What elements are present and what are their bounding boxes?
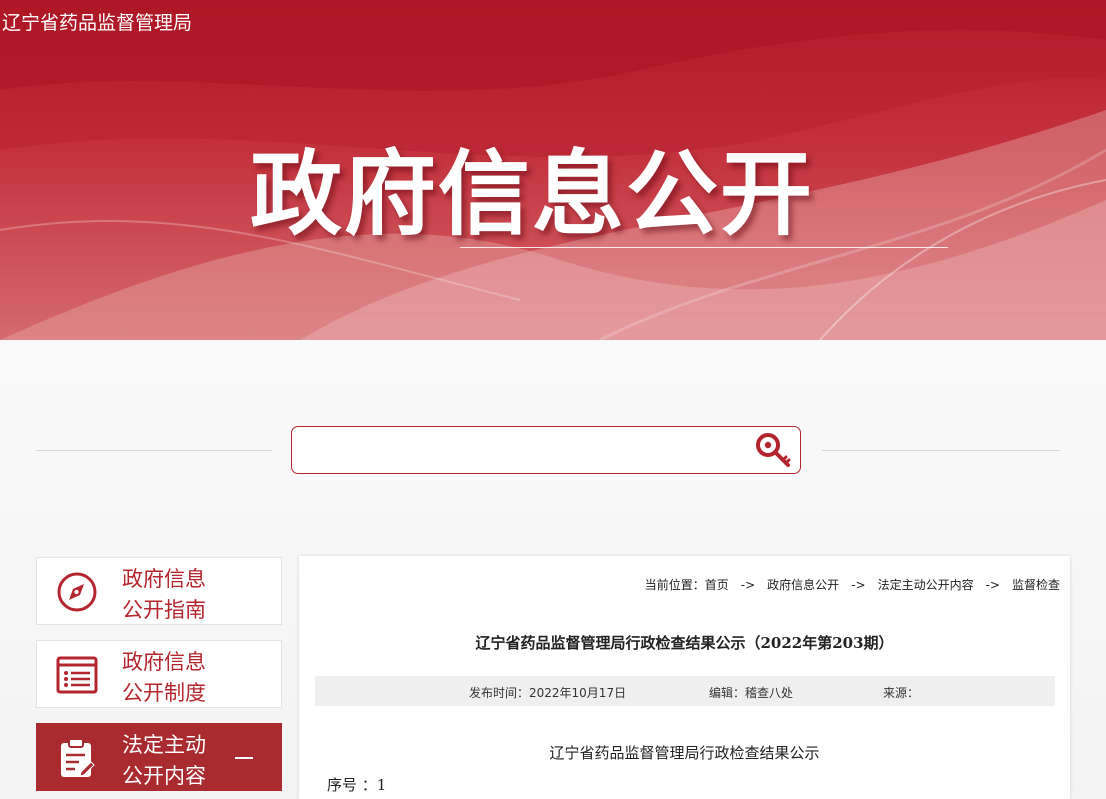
search-button[interactable] (752, 430, 794, 470)
search-divider-right (822, 450, 1060, 451)
editor: 编辑：稽查八处 (709, 686, 794, 700)
site-name[interactable]: 辽宁省药品监督管理局 (2, 8, 192, 35)
breadcrumb-home[interactable]: 首页 (705, 578, 729, 592)
sidebar-item-label: 法定主动 公开内容 (122, 730, 242, 792)
article-title: 辽宁省药品监督管理局行政检查结果公示（2022年第203期） (475, 634, 894, 652)
list-icon (56, 656, 98, 694)
article-meta-bar: 发布时间：2022年10月17日 编辑：稽查八处 来源： (315, 676, 1055, 706)
banner-title: 政府信息公开 (250, 141, 815, 248)
header-banner: 辽宁省药品监督管理局 政府信息公开 (0, 0, 1106, 340)
search-key-icon (756, 433, 791, 467)
sidebar-label-line1: 政府信息 (122, 650, 206, 674)
article-panel: 当前位置：首页 -> 政府信息公开 -> 法定主动公开内容 -> 监督检查 辽宁省药品监督管… (299, 556, 1070, 799)
sidebar-item-label: 政府信息 公开指南 (122, 564, 242, 626)
search-input[interactable] (302, 435, 746, 467)
breadcrumb: 当前位置：首页 -> 政府信息公开 -> 法定主动公开内容 -> 监督检查 (645, 576, 1060, 593)
search-divider-left (36, 450, 272, 451)
sidebar-label-line2: 公开内容 (122, 764, 206, 788)
breadcrumb-prefix: 当前位置： (644, 578, 705, 592)
sidebar-item-active-content[interactable]: 法定主动 公开内容 (36, 723, 282, 791)
search-box (291, 426, 801, 474)
sidebar-label-line2: 公开制度 (122, 681, 206, 705)
clipboard-edit-icon (61, 738, 95, 777)
breadcrumb-separator: -> (851, 578, 866, 592)
breadcrumb-gov-info[interactable]: 政府信息公开 (767, 578, 839, 592)
sidebar-item-system[interactable]: 政府信息 公开制度 (36, 640, 282, 708)
source: 来源： (883, 686, 920, 700)
breadcrumb-separator: -> (985, 578, 1000, 592)
sequence-number: 序号 ：1 (327, 776, 387, 794)
breadcrumb-statutory[interactable]: 法定主动公开内容 (878, 578, 974, 592)
breadcrumb-separator: -> (740, 578, 756, 592)
publish-time: 发布时间：2022年10月17日 (469, 686, 627, 700)
sidebar-label-line1: 法定主动 (122, 733, 206, 757)
sidebar-item-guide[interactable]: 政府信息 公开指南 (36, 557, 282, 625)
collapse-icon[interactable] (235, 757, 253, 759)
sidebar-label-line2: 公开指南 (122, 598, 206, 622)
compass-icon (57, 572, 97, 612)
document-heading: 辽宁省药品监督管理局行政检查结果公示 (549, 744, 820, 762)
breadcrumb-supervision[interactable]: 监督检查 (1012, 578, 1060, 592)
banner-underline (460, 247, 948, 248)
sidebar-item-label: 政府信息 公开制度 (122, 647, 242, 709)
sidebar-label-line1: 政府信息 (122, 567, 206, 591)
